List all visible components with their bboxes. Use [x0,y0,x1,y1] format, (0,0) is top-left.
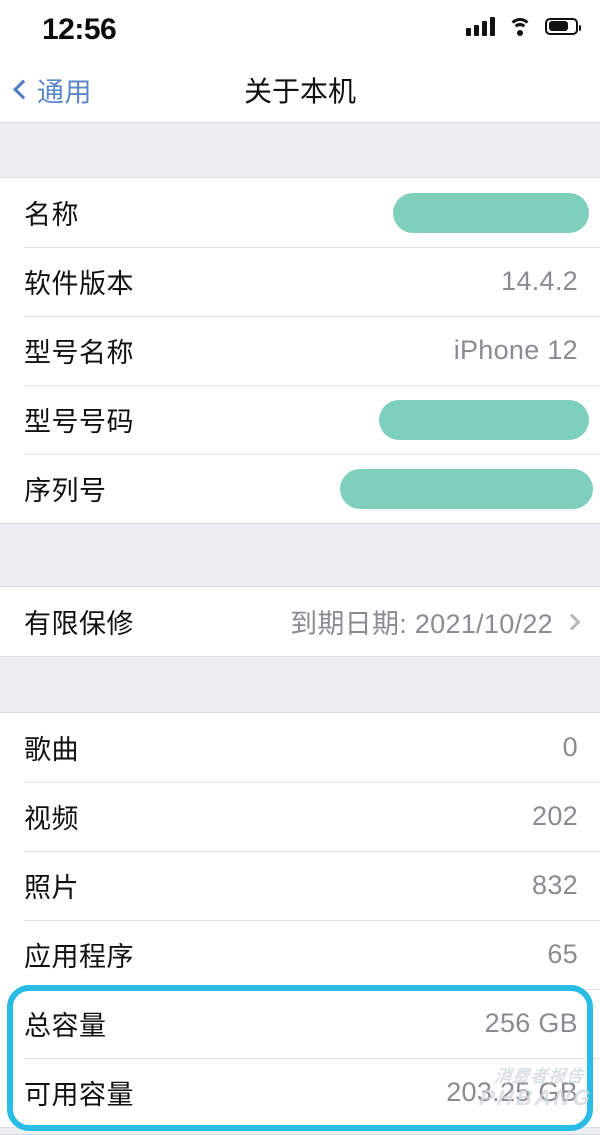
list-row: 型号号码 [0,385,600,454]
list-row: 视频 202 [0,782,600,851]
row-label: 软件版本 [24,269,134,299]
row-label: 视频 [24,804,79,834]
list-row: 型号名称 iPhone 12 [0,316,600,385]
section-media-counts: 歌曲 0 视频 202 照片 832 应用程序 65 总容量 256 GB 可用容量 203.25 G… [0,713,600,1127]
row-value: 203.25 GB [446,1077,578,1107]
iphone-settings-about-screen: 12:56 通用 关于本机 名称 软件版本 14.4.2 型号名称 iPhone 12 型… [0,0,600,1135]
list-bottom-spacer [0,1127,600,1135]
row-label: 应用程序 [24,942,134,972]
section-device-info: 名称软件版本 14.4.2 型号名称 iPhone 12 型号号码序列号 [0,178,600,523]
row-label: 歌曲 [24,735,79,765]
row-value: 14.4.2 [501,266,578,296]
list-row: 应用程序 65 [0,920,600,989]
row-value: 0 [562,732,578,762]
row-label: 型号名称 [24,338,134,368]
row-label: 总容量 [24,1011,107,1041]
list-row[interactable]: 有限保修 到期日期: 2021/10/22 [0,587,600,656]
status-bar: 12:56 [0,0,600,58]
row-value: 65 [547,939,578,969]
list-row: 可用容量 203.25 GB [0,1058,600,1127]
row-label: 可用容量 [24,1080,134,1110]
page-title: 关于本机 [243,76,356,107]
status-bar-clock: 12:56 [42,13,117,46]
row-value: iPhone 12 [453,335,578,365]
list-row: 歌曲 0 [0,713,600,782]
section-warranty: 有限保修 到期日期: 2021/10/22 [0,587,600,656]
row-label: 有限保修 [24,609,134,639]
list-row: 序列号 [0,454,600,523]
section-spacer-warranty [0,523,600,587]
section-spacer-media-counts [0,656,600,713]
row-label: 型号号码 [24,407,134,437]
list-row: 照片 832 [0,851,600,920]
redacted-value [340,468,593,509]
wifi-icon [508,17,532,36]
section-spacer-device-info [0,122,600,178]
battery-icon [545,17,581,35]
row-value: 256 GB [484,1008,578,1038]
chevron-right-icon [563,613,581,630]
list-row: 名称 [0,178,600,247]
navigation-bar: 通用 关于本机 [0,58,600,122]
row-value: 202 [532,801,578,831]
redacted-value [379,399,589,440]
row-label: 序列号 [24,476,107,506]
row-value: 到期日期: 2021/10/22 [290,609,553,639]
cellular-signal-icon [466,16,495,36]
row-label: 名称 [24,200,79,230]
row-value: 832 [532,870,578,900]
status-bar-indicators [466,16,581,36]
redacted-value [393,192,589,233]
list-row: 总容量 256 GB [0,989,600,1058]
row-label: 照片 [24,873,79,903]
list-row: 软件版本 14.4.2 [0,247,600,316]
